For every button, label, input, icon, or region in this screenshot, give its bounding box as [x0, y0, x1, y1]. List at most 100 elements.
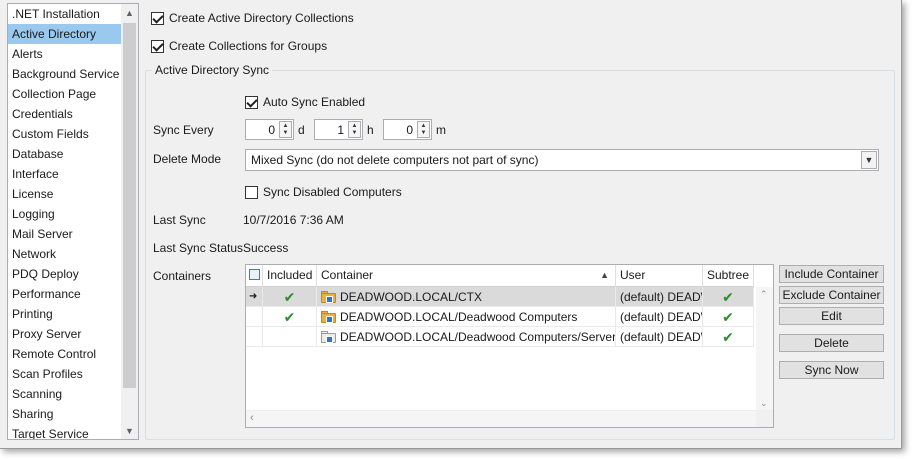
scroll-down-icon[interactable]: ⌄	[760, 398, 768, 409]
minutes-unit: m	[436, 123, 446, 137]
header-user[interactable]: User	[616, 265, 703, 287]
preferences-window: .NET Installation Active Directory Alert…	[0, 0, 902, 449]
spin-arrows-icon[interactable]: ▲ ▼	[279, 121, 292, 138]
header-subtree[interactable]: Subtree	[703, 265, 754, 287]
sidebar-item-printing[interactable]: Printing	[8, 304, 122, 324]
minutes-value: 0	[406, 122, 413, 137]
user-cell: (default) DEADWOOD\	[616, 307, 703, 327]
containers-grid[interactable]: Included Container ▲ User Subtree ➜ ✔ DE…	[245, 264, 774, 428]
sidebar-item-credentials[interactable]: Credentials	[8, 104, 122, 124]
grid-horizontal-scrollbar[interactable]: ‹	[246, 410, 757, 427]
header-included[interactable]: Included	[263, 265, 317, 287]
included-check-icon[interactable]: ✔	[263, 307, 317, 327]
scroll-down-icon[interactable]: ▼	[121, 422, 138, 439]
active-directory-settings: Create Active Directory Collections Crea…	[139, 0, 901, 449]
sidebar-item-alerts[interactable]: Alerts	[8, 44, 122, 64]
sidebar-item-pdq-deploy[interactable]: PDQ Deploy	[8, 264, 122, 284]
sidebar-item-net-installation[interactable]: .NET Installation	[8, 4, 122, 24]
container-cell: DEADWOOD.LOCAL/Deadwood Computers/Server…	[317, 327, 616, 347]
column-chooser-icon[interactable]	[246, 265, 263, 287]
spin-arrows-icon[interactable]: ▲ ▼	[348, 121, 361, 138]
auto-sync-label: Auto Sync Enabled	[263, 95, 366, 109]
subtree-check-icon[interactable]: ✔	[703, 287, 754, 307]
scroll-left-icon[interactable]: ‹	[250, 412, 254, 424]
ou-folder-icon	[321, 330, 337, 343]
row-header	[246, 307, 263, 327]
exclude-container-button[interactable]: Exclude Container	[779, 286, 884, 304]
sync-disabled-option[interactable]: Sync Disabled Computers	[245, 185, 402, 199]
included-empty-cell[interactable]	[263, 327, 317, 347]
minutes-stepper[interactable]: 0 ▲ ▼	[383, 119, 432, 140]
table-row[interactable]: ➜ ✔ DEADWOOD.LOCAL/CTX (default) DEADWOO…	[246, 287, 754, 307]
header-container[interactable]: Container ▲	[317, 265, 616, 287]
subtree-check-icon[interactable]: ✔	[703, 327, 754, 347]
scroll-corner	[756, 410, 773, 427]
containers-label: Containers	[153, 269, 212, 283]
grid-vertical-scrollbar[interactable]: ⌃ ⌄	[756, 287, 773, 411]
delete-mode-value: Mixed Sync (do not delete computers not …	[251, 153, 539, 167]
user-cell: (default) DEADWOOD\	[616, 287, 703, 307]
include-container-button[interactable]: Include Container	[779, 265, 884, 283]
last-sync-status-label: Last Sync Status	[153, 241, 244, 255]
sidebar-item-scanning[interactable]: Scanning	[8, 384, 122, 404]
delete-mode-label: Delete Mode	[153, 152, 222, 166]
container-name: DEADWOOD.LOCAL/CTX	[340, 290, 483, 304]
included-check-icon[interactable]: ✔	[263, 287, 317, 307]
last-sync-status-value: Success	[243, 241, 289, 255]
sidebar-item-interface[interactable]: Interface	[8, 164, 122, 184]
container-cell: DEADWOOD.LOCAL/Deadwood Computers	[317, 307, 616, 327]
ou-folder-icon	[321, 290, 337, 303]
create-ad-collections-option[interactable]: Create Active Directory Collections	[151, 11, 354, 25]
create-group-collections-label: Create Collections for Groups	[169, 39, 328, 53]
spin-arrows-icon[interactable]: ▲ ▼	[417, 121, 430, 138]
auto-sync-checkbox[interactable]	[245, 95, 258, 109]
edit-button[interactable]: Edit	[779, 307, 884, 325]
sync-disabled-checkbox[interactable]	[245, 185, 258, 199]
subtree-check-icon[interactable]: ✔	[703, 307, 754, 327]
sidebar-item-network[interactable]: Network	[8, 244, 122, 264]
sidebar-item-license[interactable]: License	[8, 184, 122, 204]
sidebar-item-database[interactable]: Database	[8, 144, 122, 164]
scroll-up-icon[interactable]: ▲	[121, 4, 138, 21]
header-container-label: Container	[321, 268, 374, 282]
delete-button[interactable]: Delete	[779, 334, 884, 352]
create-group-collections-checkbox[interactable]	[151, 39, 164, 53]
delete-mode-select[interactable]: Mixed Sync (do not delete computers not …	[245, 149, 879, 171]
sidebar-item-performance[interactable]: Performance	[8, 284, 122, 304]
last-sync-value: 10/7/2016 7:36 AM	[243, 213, 344, 227]
table-row[interactable]: ✔ DEADWOOD.LOCAL/Deadwood Computers (def…	[246, 307, 754, 327]
sidebar-item-proxy-server[interactable]: Proxy Server	[8, 324, 122, 344]
sidebar: .NET Installation Active Directory Alert…	[7, 3, 139, 440]
create-group-collections-option[interactable]: Create Collections for Groups	[151, 39, 327, 53]
days-stepper[interactable]: 0 ▲ ▼	[245, 119, 294, 140]
last-sync-label: Last Sync	[153, 213, 206, 227]
sidebar-item-active-directory[interactable]: Active Directory	[8, 24, 122, 44]
scroll-up-icon[interactable]: ⌃	[760, 289, 768, 300]
create-ad-collections-checkbox[interactable]	[151, 11, 164, 25]
hours-value: 1	[337, 122, 344, 137]
auto-sync-option[interactable]: Auto Sync Enabled	[245, 95, 365, 109]
days-unit: d	[298, 123, 305, 137]
sidebar-item-logging[interactable]: Logging	[8, 204, 122, 224]
chevron-down-icon[interactable]: ▼	[861, 151, 877, 169]
sidebar-item-background-service[interactable]: Background Service	[8, 64, 122, 84]
sidebar-scrollbar[interactable]: ▲ ▼	[121, 4, 138, 439]
days-value: 0	[268, 122, 275, 137]
table-row[interactable]: DEADWOOD.LOCAL/Deadwood Computers/Server…	[246, 327, 754, 347]
sidebar-item-mail-server[interactable]: Mail Server	[8, 224, 122, 244]
sidebar-item-custom-fields[interactable]: Custom Fields	[8, 124, 122, 144]
sidebar-item-target-service[interactable]: Target Service	[8, 424, 122, 439]
sidebar-item-sharing[interactable]: Sharing	[8, 404, 122, 424]
sidebar-item-remote-control[interactable]: Remote Control	[8, 344, 122, 364]
sync-now-button[interactable]: Sync Now	[779, 361, 884, 379]
container-name: DEADWOOD.LOCAL/Deadwood Computers/Server…	[340, 330, 616, 344]
sidebar-item-scan-profiles[interactable]: Scan Profiles	[8, 364, 122, 384]
sidebar-item-collection-page[interactable]: Collection Page	[8, 84, 122, 104]
sidebar-list: .NET Installation Active Directory Alert…	[8, 4, 122, 439]
row-pointer-icon: ➜	[246, 287, 263, 307]
hours-stepper[interactable]: 1 ▲ ▼	[314, 119, 363, 140]
sidebar-scroll-thumb[interactable]	[123, 23, 136, 388]
sync-disabled-label: Sync Disabled Computers	[263, 185, 402, 199]
create-ad-collections-label: Create Active Directory Collections	[169, 11, 354, 25]
user-cell: (default) DEADWOOD\	[616, 327, 703, 347]
